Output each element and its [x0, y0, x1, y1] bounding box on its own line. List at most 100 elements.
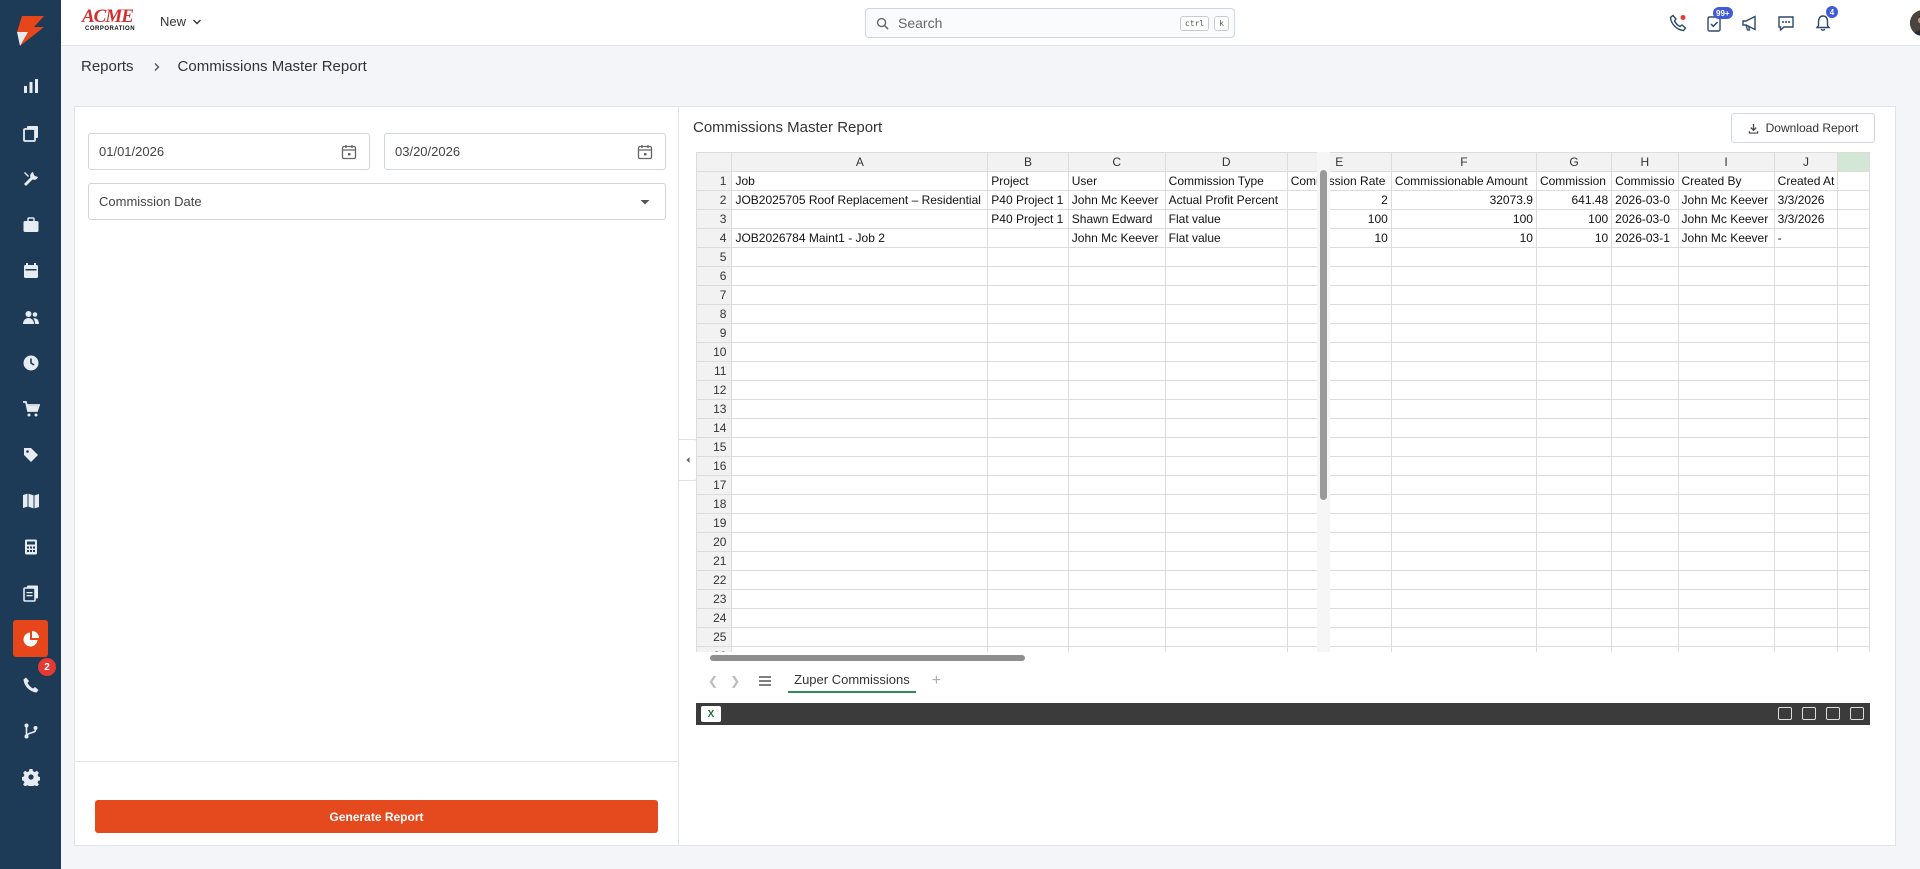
grid-cell[interactable]: [1677, 494, 1775, 514]
grid-cell[interactable]: [1677, 532, 1775, 552]
grid-cell[interactable]: [1837, 494, 1870, 514]
grid-cell[interactable]: [1837, 266, 1870, 286]
column-header[interactable]: B: [987, 152, 1069, 172]
grid-cell[interactable]: [1677, 570, 1775, 590]
grid-cell[interactable]: [1773, 266, 1839, 286]
grid-cell[interactable]: [1164, 361, 1288, 381]
column-header[interactable]: E: [1286, 152, 1392, 172]
grid-cell[interactable]: [1677, 608, 1775, 628]
grid-cell[interactable]: Actual Profit Percent: [1164, 190, 1288, 210]
grid-cell[interactable]: [1390, 380, 1537, 400]
grid-cell[interactable]: [1390, 589, 1537, 609]
grid-cell[interactable]: [1390, 342, 1537, 362]
row-number[interactable]: 19: [696, 513, 733, 533]
sidebar-item-dashboard[interactable]: [0, 66, 61, 106]
horizontal-scroll-thumb[interactable]: [710, 655, 1025, 661]
grid-cell[interactable]: [731, 475, 989, 495]
row-number[interactable]: 18: [696, 494, 733, 514]
grid-cell[interactable]: [1067, 627, 1166, 647]
grid-cell[interactable]: [1677, 475, 1775, 495]
grid-cell[interactable]: [987, 608, 1069, 628]
grid-cell[interactable]: [1286, 608, 1392, 628]
grid-cell[interactable]: [1773, 494, 1839, 514]
grid-cell[interactable]: 2026-03-0: [1611, 209, 1679, 229]
row-number[interactable]: 1: [696, 171, 733, 191]
grid-cell[interactable]: [1611, 285, 1679, 305]
grid-cell[interactable]: [1286, 475, 1392, 495]
sidebar-item-schedule[interactable]: [0, 251, 61, 291]
grid-cell[interactable]: [1067, 608, 1166, 628]
grid-cell[interactable]: [1390, 361, 1537, 381]
grid-cell[interactable]: JOB2026784 Maint1 - Job 2: [731, 228, 989, 248]
grid-cell[interactable]: [731, 551, 989, 571]
grid-cell[interactable]: [1067, 570, 1166, 590]
grid-cell[interactable]: [1535, 342, 1613, 362]
grid-cell[interactable]: [1067, 532, 1166, 552]
grid-cell[interactable]: [1164, 304, 1288, 324]
row-number[interactable]: 24: [696, 608, 733, 628]
grid-cell[interactable]: [1837, 228, 1870, 248]
add-sheet-icon[interactable]: +: [932, 672, 941, 690]
grid-cell[interactable]: [1535, 266, 1613, 286]
grid-cell[interactable]: [1677, 437, 1775, 457]
start-date-field[interactable]: 01/01/2026: [88, 133, 370, 170]
grid-cell[interactable]: John Mc Keever: [1677, 209, 1775, 229]
grid-cell[interactable]: 3/3/2026: [1773, 190, 1839, 210]
grid-cell[interactable]: [1773, 627, 1839, 647]
grid-cell[interactable]: [1286, 627, 1392, 647]
grid-cell[interactable]: [731, 399, 989, 419]
grid-cell[interactable]: [1164, 285, 1288, 305]
grid-cell[interactable]: [1611, 437, 1679, 457]
grid-cell[interactable]: [1837, 532, 1870, 552]
grid-cell[interactable]: [1164, 437, 1288, 457]
grid-cell[interactable]: [1286, 513, 1392, 533]
calls-button[interactable]: [1667, 12, 1689, 34]
grid-cell[interactable]: 10: [1286, 228, 1392, 248]
grid-cell[interactable]: [1067, 323, 1166, 343]
grid-cell[interactable]: [1677, 399, 1775, 419]
grid-cell[interactable]: [1773, 570, 1839, 590]
grid-cell[interactable]: [987, 304, 1069, 324]
grid-cell[interactable]: 10: [1535, 228, 1613, 248]
grid-cell[interactable]: [1164, 513, 1288, 533]
sidebar-item-customers[interactable]: [0, 297, 61, 337]
grid-cell[interactable]: [1773, 456, 1839, 476]
column-header[interactable]: J: [1773, 152, 1839, 172]
grid-cell[interactable]: [987, 532, 1069, 552]
sidebar-item-documents[interactable]: [0, 573, 61, 613]
row-number[interactable]: 2: [696, 190, 733, 210]
grid-cell[interactable]: 2026-03-1: [1611, 228, 1679, 248]
grid-cell[interactable]: [1837, 475, 1870, 495]
grid-cell[interactable]: [1611, 304, 1679, 324]
grid-cell[interactable]: [731, 456, 989, 476]
grid-cell[interactable]: [1773, 361, 1839, 381]
grid-cell[interactable]: [1773, 285, 1839, 305]
grid-cell[interactable]: [1535, 627, 1613, 647]
grid-cell[interactable]: [1677, 304, 1775, 324]
grid-cell[interactable]: [1286, 551, 1392, 571]
grid-cell[interactable]: [1611, 513, 1679, 533]
grid-cell[interactable]: [987, 247, 1069, 267]
grid-cell[interactable]: [1677, 418, 1775, 438]
grid-cell[interactable]: [987, 285, 1069, 305]
grid-cell[interactable]: 641.48: [1535, 190, 1613, 210]
grid-cell[interactable]: Created At: [1773, 171, 1839, 191]
grid-cell[interactable]: [731, 342, 989, 362]
copy-sheet-icon[interactable]: [1778, 707, 1792, 720]
grid-cell[interactable]: [987, 437, 1069, 457]
grid-cell[interactable]: [1067, 361, 1166, 381]
grid-cell[interactable]: [1067, 380, 1166, 400]
grid-cell[interactable]: [1535, 247, 1613, 267]
grid-cell[interactable]: [1286, 304, 1392, 324]
grid-cell[interactable]: Commissio: [1611, 171, 1679, 191]
grid-cell[interactable]: [1677, 342, 1775, 362]
end-date-field[interactable]: 03/20/2026: [384, 133, 666, 170]
grid-cell[interactable]: [1773, 513, 1839, 533]
row-number[interactable]: 9: [696, 323, 733, 343]
grid-cell[interactable]: [731, 589, 989, 609]
save-sheet-icon[interactable]: [1802, 707, 1816, 720]
grid-cell[interactable]: [1390, 475, 1537, 495]
grid-cell[interactable]: [1164, 456, 1288, 476]
grid-cell[interactable]: [1677, 589, 1775, 609]
grid-cell[interactable]: [1773, 323, 1839, 343]
